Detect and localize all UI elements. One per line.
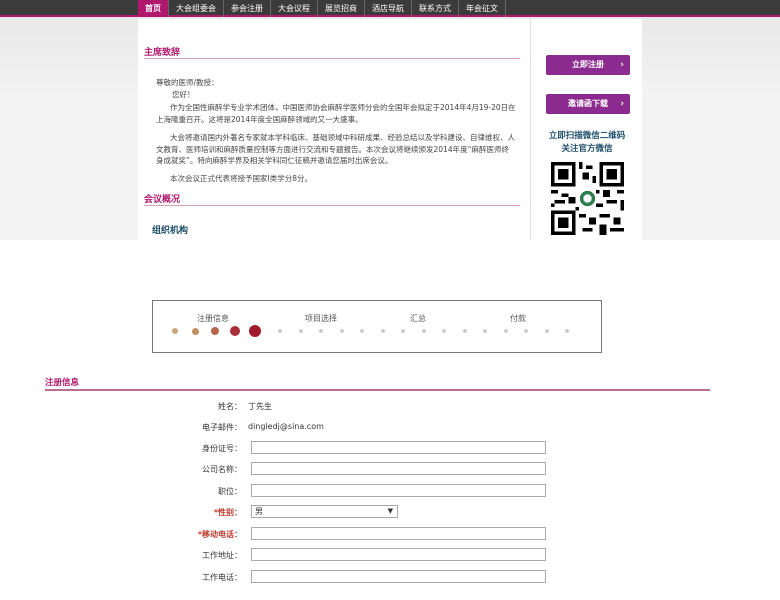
- name-value: 丁先生: [248, 402, 272, 411]
- welcome-paragraph-1: 作为全国性麻醉学专业学术团体，中国医师协会麻醉学医师分会的全国年会拟定于2014…: [156, 103, 516, 124]
- step-label-summary: 汇总: [410, 314, 426, 323]
- nav-item-exhibition[interactable]: 展览招商: [318, 0, 365, 17]
- progress-dot-inactive: [565, 329, 569, 333]
- work-phone-input[interactable]: [251, 570, 546, 583]
- invitation-download-button[interactable]: 邀请函下载 ›: [546, 94, 630, 114]
- organization-title: 组织机构: [152, 226, 189, 236]
- nav-item-hotel[interactable]: 酒店导航: [365, 0, 412, 17]
- id-number-input[interactable]: [251, 441, 546, 454]
- wechat-scan-text: 立即扫描微信二维码: [548, 131, 626, 141]
- company-label: 公司名称：: [202, 465, 242, 474]
- progress-dot-inactive: [298, 329, 303, 333]
- welcome-hello: 您好！: [172, 90, 195, 99]
- progress-dot-inactive: [339, 329, 344, 333]
- register-now-label: 立即注册: [572, 60, 604, 69]
- position-label: 职位：: [218, 487, 242, 496]
- progress-dot-active: [211, 327, 219, 335]
- position-input[interactable]: [251, 484, 546, 497]
- progress-dot-active: [249, 325, 261, 337]
- chevron-right-icon: ›: [620, 60, 624, 70]
- dropdown-arrow-icon: ▼: [387, 507, 393, 515]
- gender-select[interactable]: 男 ▼: [251, 505, 398, 518]
- progress-dot-inactive: [380, 329, 385, 333]
- register-now-button[interactable]: 立即注册 ›: [546, 55, 630, 75]
- overview-divider: [144, 205, 520, 206]
- id-number-label: 身份证号：: [202, 444, 242, 453]
- form-title: 注册信息: [45, 378, 80, 388]
- step-label-payment: 付款: [510, 314, 526, 323]
- main-content: 主席致辞 尊敬的医师/教授： 您好！ 作为全国性麻醉学专业学术团体，中国医师协会…: [138, 19, 530, 240]
- gender-label: *性别：: [213, 508, 242, 517]
- gender-selected-value: 男: [255, 507, 263, 516]
- email-label: 电子邮件：: [202, 423, 242, 432]
- progress-dot-inactive: [524, 329, 528, 333]
- step-label-project-selection: 项目选择: [305, 314, 337, 323]
- progress-dot-inactive: [401, 329, 405, 333]
- progress-dot-inactive: [503, 329, 508, 333]
- nav-item-registration[interactable]: 参会注册: [224, 0, 271, 17]
- progress-dot-inactive: [278, 329, 282, 333]
- progress-dot-inactive: [421, 329, 426, 333]
- mobile-input[interactable]: [251, 527, 546, 540]
- nav-item-agenda[interactable]: 大会议程: [271, 0, 318, 17]
- sidebar: 立即注册 › 邀请函下载 › 立即扫描微信二维码 关注官方微信: [530, 19, 642, 240]
- progress-dot-inactive: [544, 329, 549, 333]
- main-nav: 首页 大会组委会 参会注册 大会议程 展览招商 酒店导航 联系方式 年会征文: [0, 0, 780, 17]
- step-label-registration-info: 注册信息: [197, 314, 229, 323]
- progress-dot-inactive: [483, 329, 487, 333]
- company-input[interactable]: [251, 462, 546, 475]
- progress-dot-inactive: [360, 329, 364, 333]
- welcome-title: 主席致辞: [144, 48, 181, 58]
- progress-dot-active: [230, 326, 240, 336]
- welcome-paragraph-3: 本次会议正式代表将授予国家Ⅰ类学分8分。: [170, 174, 312, 183]
- progress-dot-inactive: [442, 329, 446, 333]
- registration-progress: 注册信息 项目选择 汇总 付款: [152, 300, 602, 353]
- wechat-qr-code-icon: [551, 162, 624, 235]
- work-phone-label: 工作电话：: [202, 573, 242, 582]
- nav-list: 首页 大会组委会 参会注册 大会议程 展览招商 酒店导航 联系方式 年会征文: [138, 0, 506, 17]
- nav-item-call-for-papers[interactable]: 年会征文: [459, 0, 506, 17]
- nav-item-committee[interactable]: 大会组委会: [169, 0, 224, 17]
- mobile-label: *移动电话：: [197, 530, 242, 539]
- progress-dot-inactive: [319, 329, 323, 333]
- overview-title: 会议概况: [144, 195, 181, 205]
- welcome-greeting: 尊敬的医师/教授：: [156, 78, 219, 87]
- nav-item-home[interactable]: 首页: [138, 0, 169, 17]
- work-address-label: 工作地址：: [202, 551, 242, 560]
- form-divider: [45, 389, 710, 391]
- wechat-follow-text: 关注官方微信: [561, 144, 613, 154]
- welcome-paragraph-2: 大会将邀请国内外著名专家就本学科临床、基础领域中科研成果、经验总结以及学科建设、…: [156, 133, 515, 165]
- welcome-divider: [144, 58, 520, 59]
- chevron-right-icon: ›: [620, 99, 624, 109]
- nav-item-contact[interactable]: 联系方式: [412, 0, 459, 17]
- invitation-download-label: 邀请函下载: [568, 99, 608, 108]
- progress-dot-active: [172, 328, 178, 334]
- name-label: 姓名：: [218, 402, 242, 411]
- email-value: dingledj@sina.com: [248, 422, 324, 431]
- progress-dot-active: [191, 327, 199, 335]
- work-address-input[interactable]: [251, 548, 546, 561]
- progress-dot-inactive: [462, 329, 467, 333]
